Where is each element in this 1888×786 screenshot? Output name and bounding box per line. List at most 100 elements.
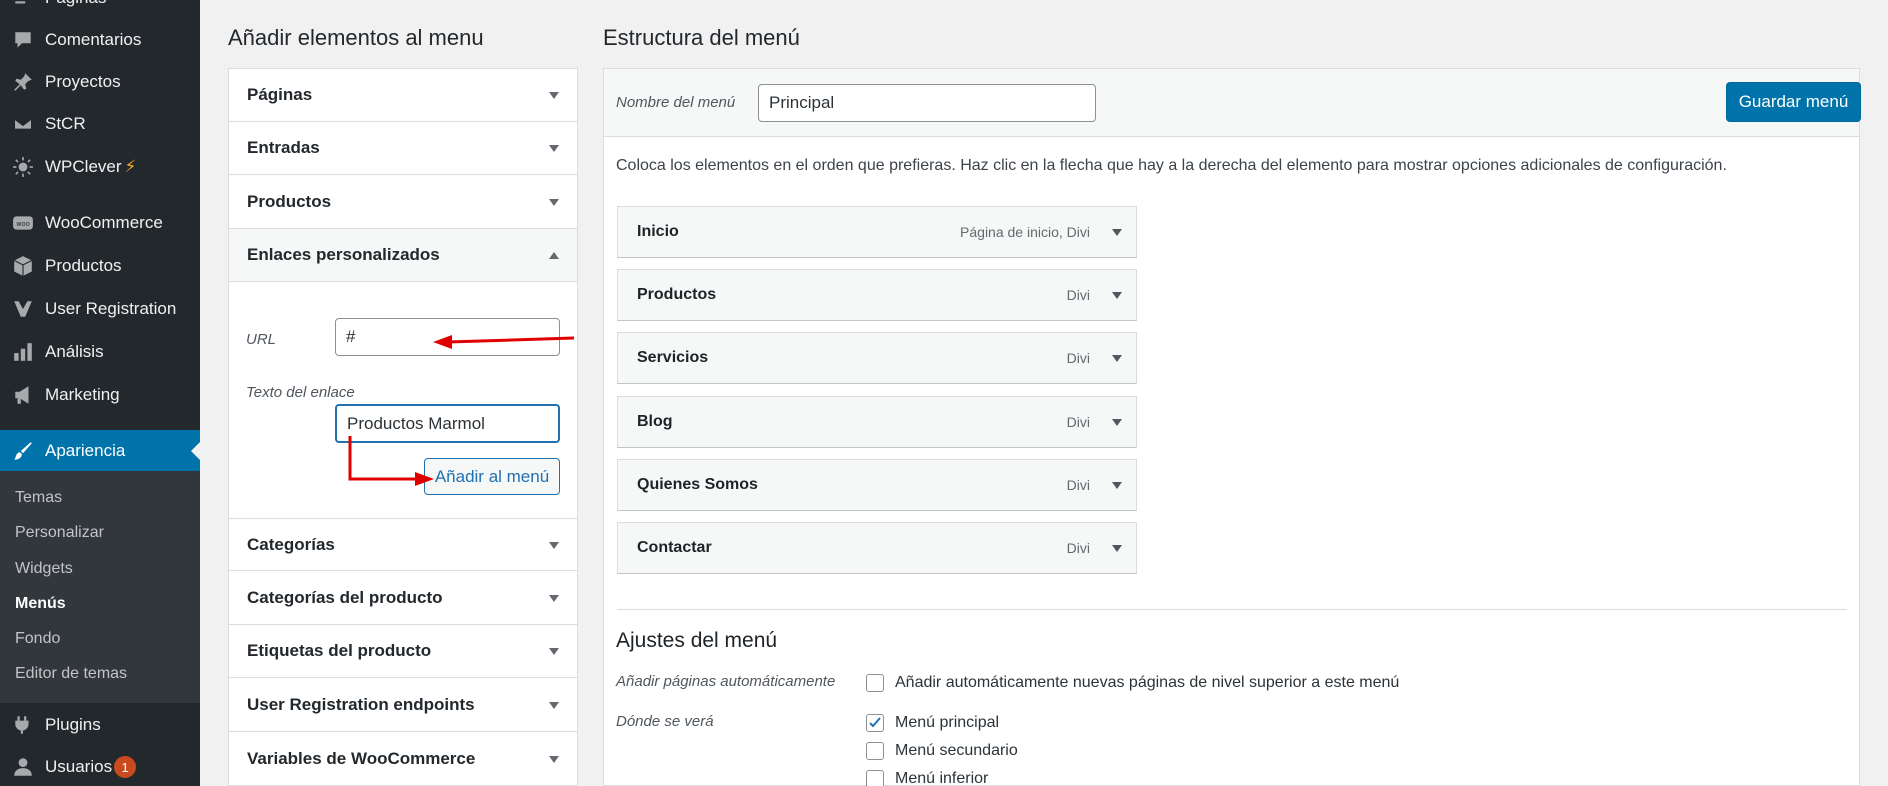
item-toggle-icon[interactable] <box>1112 419 1122 426</box>
menu-item-row[interactable]: Productos Divi <box>617 269 1137 321</box>
menu-item-title: Productos <box>637 286 717 303</box>
plug-icon <box>0 714 45 736</box>
location-footer-label: Menú inferior <box>895 770 989 786</box>
svg-text:woo: woo <box>16 220 29 228</box>
sidebar-item-plugins[interactable]: Plugins <box>0 705 200 745</box>
checkmark-icon <box>869 717 881 728</box>
save-menu-button[interactable]: Guardar menú <box>1726 82 1861 122</box>
caret-down-icon <box>549 199 559 206</box>
link-text-label: Texto del enlace <box>246 384 355 401</box>
sun-icon <box>0 156 45 178</box>
submenu-item-customize[interactable]: Personalizar <box>15 524 104 542</box>
menu-structure-panel: Nombre del menú Principal Guardar menú C… <box>603 68 1861 786</box>
caret-up-icon <box>549 252 559 259</box>
section-user-registration-endpoints[interactable]: User Registration endpoints <box>229 679 577 732</box>
admin-sidebar: Páginas Comentarios Proyectos StCR WPCle… <box>0 0 200 786</box>
menu-item-type: Divi <box>1066 540 1090 556</box>
sidebar-item-label: Páginas <box>45 0 106 8</box>
item-toggle-icon[interactable] <box>1112 229 1122 236</box>
menu-name-input[interactable]: Principal <box>758 84 1096 122</box>
sidebar-item-label: Usuarios <box>45 757 113 776</box>
sidebar-item-users[interactable]: Usuarios 1 <box>0 747 200 786</box>
section-divider <box>617 609 1847 610</box>
update-count-badge: 1 <box>114 756 137 778</box>
megaphone-icon <box>0 384 45 406</box>
url-input[interactable]: # <box>335 318 560 356</box>
comment-icon <box>0 29 45 51</box>
menu-item-row[interactable]: Servicios Divi <box>617 332 1137 384</box>
sidebar-item-label: Comentarios <box>45 30 142 49</box>
url-value: # <box>346 327 356 346</box>
menu-header-bar: Nombre del menú Principal Guardar menú <box>604 69 1861 137</box>
menu-item-row[interactable]: Inicio Página de inicio, Divi <box>617 206 1137 258</box>
menu-item-type: Página de inicio, Divi <box>960 224 1090 240</box>
sidebar-item-projects[interactable]: Proyectos <box>0 62 200 102</box>
menu-item-type: Divi <box>1066 414 1090 430</box>
sidebar-item-analysis[interactable]: Análisis <box>0 332 200 372</box>
item-toggle-icon[interactable] <box>1112 545 1122 552</box>
location-secondary-checkbox[interactable] <box>866 742 884 760</box>
sidebar-item-stcr[interactable]: StCR <box>0 104 200 144</box>
menu-item-row[interactable]: Contactar Divi <box>617 522 1137 574</box>
user-registration-icon <box>0 298 45 320</box>
submenu-item-widgets[interactable]: Widgets <box>15 560 73 578</box>
submenu-item-themes[interactable]: Temas <box>15 489 62 507</box>
item-toggle-icon[interactable] <box>1112 482 1122 489</box>
active-indicator <box>191 442 200 460</box>
add-items-title: Añadir elementos al menu <box>228 25 484 50</box>
menu-settings-title: Ajustes del menú <box>616 629 778 652</box>
menu-name-label: Nombre del menú <box>616 94 736 111</box>
sidebar-item-wpclever[interactable]: WPClever ⚡ <box>0 147 200 187</box>
sidebar-item-appearance[interactable]: Apariencia <box>0 430 200 472</box>
auto-add-checkbox[interactable] <box>866 674 884 692</box>
section-categories[interactable]: Categorías <box>229 518 577 571</box>
sidebar-item-marketing[interactable]: Marketing <box>0 375 200 415</box>
link-text-value: Productos Marmol <box>347 413 485 433</box>
sidebar-item-woocommerce[interactable]: woo WooCommerce <box>0 203 200 243</box>
link-text-input[interactable]: Productos Marmol <box>335 404 560 443</box>
menu-item-title: Quienes Somos <box>637 476 758 493</box>
add-to-menu-button[interactable]: Añadir al menú <box>424 458 560 495</box>
sidebar-item-comments[interactable]: Comentarios <box>0 20 200 60</box>
caret-down-icon <box>549 702 559 709</box>
sidebar-item-label: Productos <box>45 256 122 275</box>
sidebar-item-label: Plugins <box>45 715 101 734</box>
sidebar-item-label: Marketing <box>45 385 120 404</box>
location-primary-checkbox[interactable] <box>866 714 884 732</box>
auto-add-label: Añadir páginas automáticamente <box>616 673 836 690</box>
menu-item-row[interactable]: Quienes Somos Divi <box>617 459 1137 511</box>
location-footer-checkbox[interactable] <box>866 770 884 786</box>
sidebar-item-user-registration[interactable]: User Registration <box>0 289 200 329</box>
section-label: Productos <box>247 192 332 211</box>
section-label: Variables de WooCommerce <box>247 749 476 768</box>
section-product-tags[interactable]: Etiquetas del producto <box>229 625 577 678</box>
submenu-item-background[interactable]: Fondo <box>15 630 60 648</box>
url-label: URL <box>246 331 277 348</box>
menu-item-type: Divi <box>1066 287 1090 303</box>
add-items-accordion: Páginas Entradas Productos Enlaces perso… <box>228 68 578 786</box>
item-toggle-icon[interactable] <box>1112 355 1122 362</box>
section-custom-links[interactable]: Enlaces personalizados <box>229 229 577 282</box>
woo-icon: woo <box>0 212 45 234</box>
menu-name-value: Principal <box>769 93 835 112</box>
section-woocommerce-variables[interactable]: Variables de WooCommerce <box>229 733 577 786</box>
menu-instructions: Coloca los elementos en el orden que pre… <box>616 157 1727 174</box>
item-toggle-icon[interactable] <box>1112 292 1122 299</box>
caret-down-icon <box>549 756 559 763</box>
sidebar-item-pages[interactable]: Páginas <box>0 0 200 18</box>
sidebar-item-products[interactable]: Productos <box>0 246 200 286</box>
section-pages[interactable]: Páginas <box>229 69 577 122</box>
section-label: Enlaces personalizados <box>247 245 440 264</box>
section-posts[interactable]: Entradas <box>229 122 577 175</box>
section-label: Categorías <box>247 534 335 554</box>
menu-item-title: Blog <box>637 413 673 430</box>
sidebar-item-label: Apariencia <box>45 441 126 460</box>
section-label: Etiquetas del producto <box>247 641 432 660</box>
submenu-item-menus[interactable]: Menús <box>15 595 66 613</box>
menu-item-type: Divi <box>1066 477 1090 493</box>
section-products[interactable]: Productos <box>229 176 577 229</box>
menu-item-row[interactable]: Blog Divi <box>617 396 1137 448</box>
submenu-item-theme-editor[interactable]: Editor de temas <box>15 665 127 683</box>
section-product-categories[interactable]: Categorías del producto <box>229 572 577 625</box>
sidebar-item-label: WooCommerce <box>45 213 163 232</box>
